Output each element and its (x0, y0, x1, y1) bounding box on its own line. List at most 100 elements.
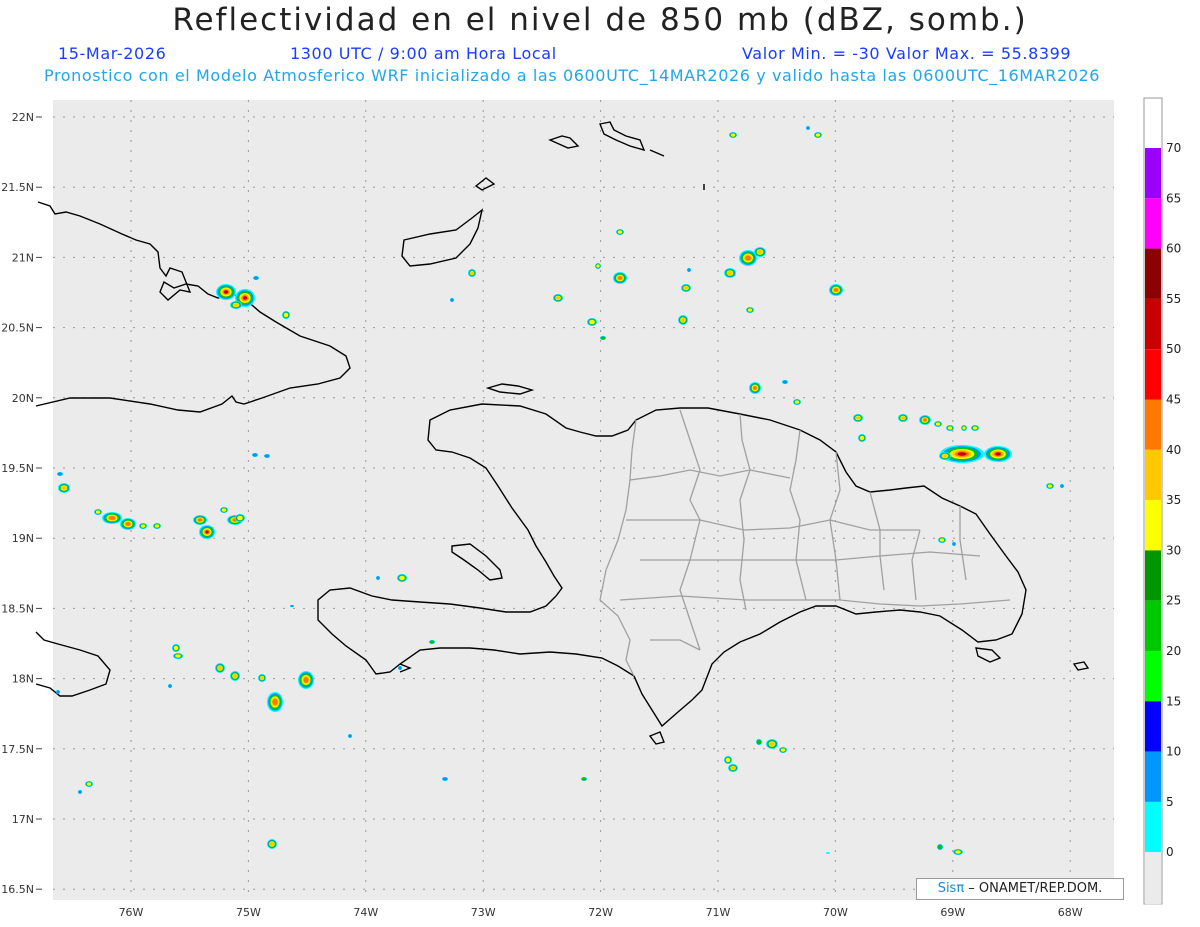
echo-cell (749, 382, 761, 394)
echo-cell (953, 849, 963, 855)
echo-cell (961, 425, 967, 431)
echo-cell (348, 734, 352, 738)
echo-cell (829, 284, 843, 296)
lon-label: 68W (1058, 906, 1083, 919)
echo-cell (102, 512, 122, 524)
colorbar-swatch (1145, 148, 1161, 199)
echo-cell (199, 525, 215, 539)
echo-cell (139, 523, 147, 529)
lon-label: 72W (588, 906, 613, 919)
echo-cell (253, 276, 259, 280)
colorbar-swatch (1145, 500, 1161, 551)
colorbar-label: 70 (1166, 141, 1181, 155)
colorbar-label: 15 (1166, 694, 1181, 708)
lat-label: 18.5N (1, 602, 34, 615)
colorbar-swatch (1145, 248, 1161, 299)
echo-cell (946, 425, 954, 431)
colorbar-label: 65 (1166, 191, 1181, 205)
colorbar-swatch (1145, 449, 1161, 501)
echo-cell (756, 739, 762, 745)
colorbar-swatch (1145, 751, 1161, 802)
echo-cell (613, 272, 627, 284)
echo-cell (724, 268, 736, 278)
colorbar-label: 35 (1166, 493, 1181, 507)
echo-cell (971, 425, 979, 431)
colorbar-swatch (1145, 701, 1161, 752)
colorbar-swatch (1145, 852, 1161, 905)
echo-cell (173, 653, 183, 659)
echo-cell (729, 132, 737, 138)
echo-cell (376, 576, 380, 580)
colorbar-label: 45 (1166, 393, 1181, 407)
echo-cell (952, 542, 956, 546)
echo-cell (398, 666, 402, 670)
echo-cell (793, 399, 801, 405)
echo-cell (56, 690, 60, 694)
longitude-labels: 76W 75W 74W 73W 72W 71W 70W 69W 68W (119, 906, 1083, 919)
echo-cell (468, 269, 476, 277)
colorbar-label: 5 (1166, 795, 1174, 809)
lat-label: 20N (12, 392, 34, 405)
lon-label: 69W (940, 906, 965, 919)
echo-cell (754, 247, 766, 257)
colorbar-swatch (1145, 198, 1161, 249)
colorbar-swatch (1145, 801, 1161, 853)
echo-cell (85, 781, 93, 787)
echo-cell (442, 777, 448, 781)
colorbar-label: 25 (1166, 594, 1181, 608)
echo-cell (397, 574, 407, 582)
colorbar-swatch (1145, 298, 1161, 350)
echo-cell (57, 472, 63, 476)
echo-cell (938, 537, 946, 543)
echo-cell (681, 284, 691, 292)
echo-cell (853, 414, 863, 422)
colorbar-label: 50 (1166, 342, 1181, 356)
echo-cell (858, 434, 866, 442)
echo-cell (172, 644, 180, 652)
reflectivity-map: 22N 21.5N 21N 20.5N 20N 19.5N 19N 18.5N 18N 17.5N… (1, 97, 1181, 919)
colorbar-label: 60 (1166, 242, 1181, 256)
lon-label: 74W (353, 906, 378, 919)
echo-cell (898, 414, 908, 422)
lon-label: 73W (471, 906, 496, 919)
colorbar-swatch (1145, 651, 1161, 702)
echo-cell (937, 844, 943, 850)
lon-label: 70W (823, 906, 848, 919)
echo-cell (826, 852, 830, 854)
echo-cell (806, 126, 810, 130)
echo-cell (282, 311, 290, 319)
echo-cell (919, 415, 931, 425)
lat-label: 19.5N (1, 462, 34, 475)
echo-cell (587, 318, 597, 326)
echo-cell (1060, 484, 1064, 488)
echo-cell (984, 446, 1012, 462)
echo-cell (595, 263, 601, 269)
credit-box: Sisπ – ONAMET/REP.DOM. (916, 878, 1124, 900)
lon-label: 75W (236, 906, 261, 919)
echo-cell (600, 336, 606, 340)
echo-cell (78, 790, 82, 794)
color-legend: 7065605550454035302520151050 (1143, 97, 1181, 905)
echo-cell (193, 515, 207, 525)
echo-cell (153, 523, 161, 529)
echo-cell (230, 671, 240, 681)
echo-cell (678, 315, 688, 325)
echo-cell (687, 268, 691, 272)
echo-cell (814, 132, 822, 138)
colorbar-label: 30 (1166, 543, 1181, 557)
colorbar-swatch (1145, 550, 1161, 601)
credit-text: – ONAMET/REP.DOM. (964, 881, 1103, 896)
lat-label: 20.5N (1, 322, 34, 335)
lat-label: 17N (12, 813, 34, 826)
colorbar-swatch (1145, 600, 1161, 651)
echo-cell (724, 756, 732, 764)
colorbar-label: 0 (1166, 845, 1174, 859)
echo-cell (779, 747, 787, 753)
colorbar-label: 20 (1166, 644, 1181, 658)
echo-cell (939, 452, 951, 460)
echo-cell (215, 663, 225, 673)
echo-cell (94, 509, 102, 515)
echo-cell (58, 483, 70, 493)
echo-cell (264, 454, 270, 458)
echo-cell (553, 294, 563, 302)
